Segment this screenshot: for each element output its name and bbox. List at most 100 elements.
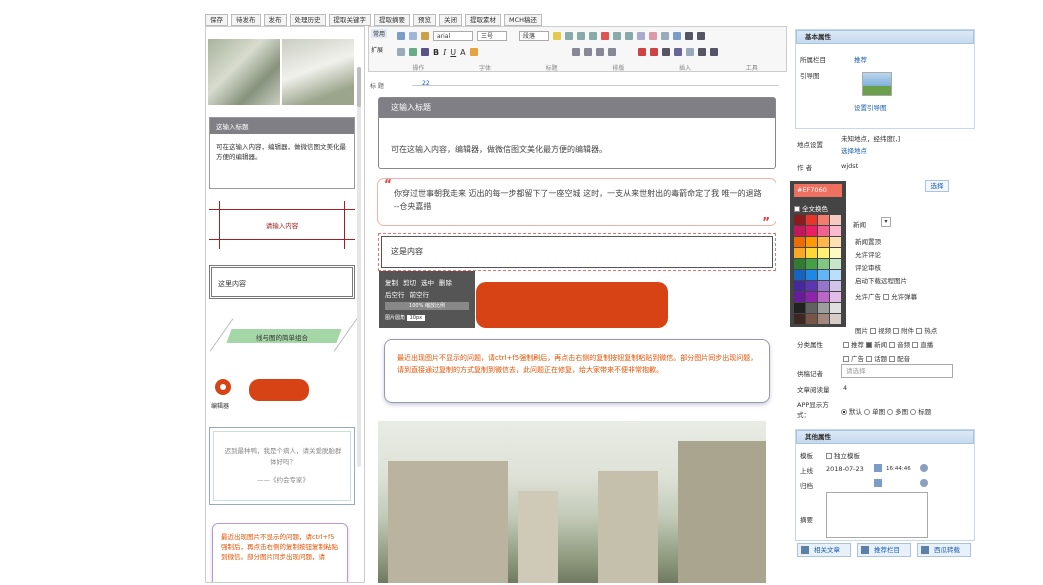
opt-review[interactable]: 评论审核 <box>855 262 881 272</box>
color-swatch[interactable] <box>806 303 817 313</box>
choose-location-link[interactable]: 选择地点 <box>841 145 867 155</box>
column-value[interactable]: 推荐 <box>854 54 867 64</box>
font-size-select[interactable]: 三号 <box>477 31 507 41</box>
italic-icon[interactable]: I <box>443 48 446 57</box>
attrs-row1[interactable]: 图片 视频 附件 热点 <box>855 325 937 335</box>
color-swatch[interactable] <box>794 270 805 280</box>
tab-extend[interactable]: 扩展 <box>371 45 383 54</box>
ctx-before-blank[interactable]: 前空行 <box>410 289 430 299</box>
wand-icon[interactable] <box>673 32 681 40</box>
hr-icon[interactable] <box>625 32 633 40</box>
color-swatch[interactable] <box>806 259 817 269</box>
color-swatch[interactable] <box>818 226 829 236</box>
color-swatch[interactable] <box>830 226 841 236</box>
save-button[interactable]: 保存 <box>205 14 228 26</box>
reporter-select[interactable]: 请选择 <box>841 364 953 378</box>
color-swatch[interactable] <box>818 314 829 324</box>
template-double-border[interactable]: 这里内容 <box>209 265 355 299</box>
color-swatch[interactable] <box>806 292 817 302</box>
highlight-icon[interactable] <box>469 48 478 56</box>
ctx-radius-row[interactable]: 图片圆角 10px <box>385 314 469 322</box>
attrs-row2[interactable]: 推荐 新闻 音频 直播 <box>843 339 933 349</box>
color-swatch[interactable] <box>830 314 841 324</box>
indent-icon[interactable] <box>595 48 604 56</box>
color-swatch[interactable] <box>806 270 817 280</box>
ctx-copy[interactable]: 复制 <box>385 277 398 287</box>
doc-poem-block[interactable]: “ ” 你穿过世事朝我走来 迈出的每一步都留下了一座空城 这时，一支从来世射出的… <box>378 177 776 229</box>
unlink-icon[interactable] <box>649 32 657 40</box>
color-swatch[interactable] <box>818 270 829 280</box>
font-color-icon[interactable]: A <box>460 48 465 57</box>
doc-street-photo[interactable] <box>378 421 766 583</box>
thumbnail-image-icon[interactable] <box>862 72 892 96</box>
video-icon[interactable] <box>637 48 646 56</box>
redo-icon[interactable] <box>409 32 417 40</box>
attrs-row3[interactable]: 广告 话题 配音 <box>843 353 910 363</box>
color-swatch[interactable] <box>794 226 805 236</box>
color-swatch[interactable] <box>830 237 841 247</box>
color-swatch[interactable] <box>806 248 817 258</box>
color-swatch[interactable] <box>806 237 817 247</box>
color-swatch[interactable] <box>806 281 817 291</box>
doc-title-card[interactable]: 这输入标题 可在这输入内容，编辑器，做微信图文美化最方便的编辑器。 <box>378 97 776 169</box>
line-height-icon[interactable] <box>571 48 580 56</box>
bold-icon[interactable]: B <box>433 48 439 57</box>
color-swatch[interactable] <box>794 303 805 313</box>
align-center-icon[interactable] <box>565 32 573 40</box>
color-swatch[interactable] <box>794 292 805 302</box>
tab-common[interactable]: 常用 <box>371 29 388 38</box>
letter-spacing-icon[interactable] <box>607 48 616 56</box>
extract-keywords-button[interactable]: 提取关键字 <box>328 14 371 26</box>
related-articles-button[interactable]: 相关文章 <box>797 543 851 557</box>
color-swatch[interactable] <box>806 226 817 236</box>
color-swatch[interactable] <box>806 215 817 225</box>
template-icon[interactable] <box>685 48 694 56</box>
summary-textarea[interactable] <box>826 492 928 538</box>
publish-button[interactable]: 发布 <box>263 14 287 26</box>
doc-orange-bubble[interactable] <box>476 282 668 328</box>
app-display-options[interactable]: 默认 单图 多图 标题 <box>841 406 931 416</box>
ctx-select[interactable]: 选中 <box>421 277 434 287</box>
template-option[interactable]: 独立模板 <box>826 450 860 460</box>
color-hex-value[interactable]: #EF7060 <box>794 184 842 197</box>
format-brush-icon[interactable] <box>421 32 429 40</box>
binoculars-icon[interactable] <box>697 32 705 40</box>
color-swatch[interactable] <box>794 237 805 247</box>
opt-ads[interactable]: 允许广告 允许弹幕 <box>855 291 917 301</box>
zoom-icon[interactable] <box>709 48 718 56</box>
color-swatch[interactable] <box>830 215 841 225</box>
doc-content-box[interactable]: 这是内容 <box>378 233 776 271</box>
calendar-icon-2[interactable] <box>874 479 882 487</box>
template-notice[interactable]: 最近出现图片不显示的问题，请ctrl+f5强制后，再点击右侧的复制按钮复制粘贴到… <box>212 523 348 582</box>
font-family-select[interactable]: arial <box>433 31 473 41</box>
color-swatch[interactable] <box>818 292 829 302</box>
pending-publish-button[interactable]: 待发布 <box>231 14 261 26</box>
set-thumbnail-link[interactable]: 设置引导图 <box>854 102 887 112</box>
template-bubble[interactable]: 编辑器 <box>209 375 355 415</box>
ctx-after-blank[interactable]: 后空行 <box>385 289 405 299</box>
ctx-cut[interactable]: 剪切 <box>403 277 416 287</box>
color-swatch[interactable] <box>794 215 805 225</box>
clear-format-icon[interactable] <box>601 32 609 40</box>
table-icon[interactable] <box>685 32 693 40</box>
color-swatch[interactable] <box>818 281 829 291</box>
opt-top[interactable]: 新闻置顶 <box>855 236 881 246</box>
color-swatch[interactable] <box>818 259 829 269</box>
template-title-card[interactable]: 这输入标题 可在这输入内容，编辑器，做微信图文美化最方便的编辑器。 <box>209 117 355 189</box>
clock-icon[interactable] <box>920 464 928 472</box>
color-swatch[interactable] <box>830 292 841 302</box>
undo-icon[interactable] <box>397 32 405 40</box>
anchor-icon[interactable] <box>661 32 669 40</box>
align-right-icon[interactable] <box>577 32 585 40</box>
grid-icon[interactable] <box>421 48 429 56</box>
ctx-delete[interactable]: 删除 <box>439 277 452 287</box>
color-swatch[interactable] <box>818 237 829 247</box>
color-swatch[interactable] <box>830 303 841 313</box>
color-swatch[interactable] <box>830 259 841 269</box>
template-scrollbar[interactable] <box>357 67 361 467</box>
document-icon[interactable] <box>661 48 670 56</box>
align-left-icon[interactable] <box>553 32 561 40</box>
link-icon[interactable] <box>637 32 645 40</box>
color-swatch[interactable] <box>830 281 841 291</box>
opt-remote-image[interactable]: 启动下载远程图片 <box>855 275 907 285</box>
